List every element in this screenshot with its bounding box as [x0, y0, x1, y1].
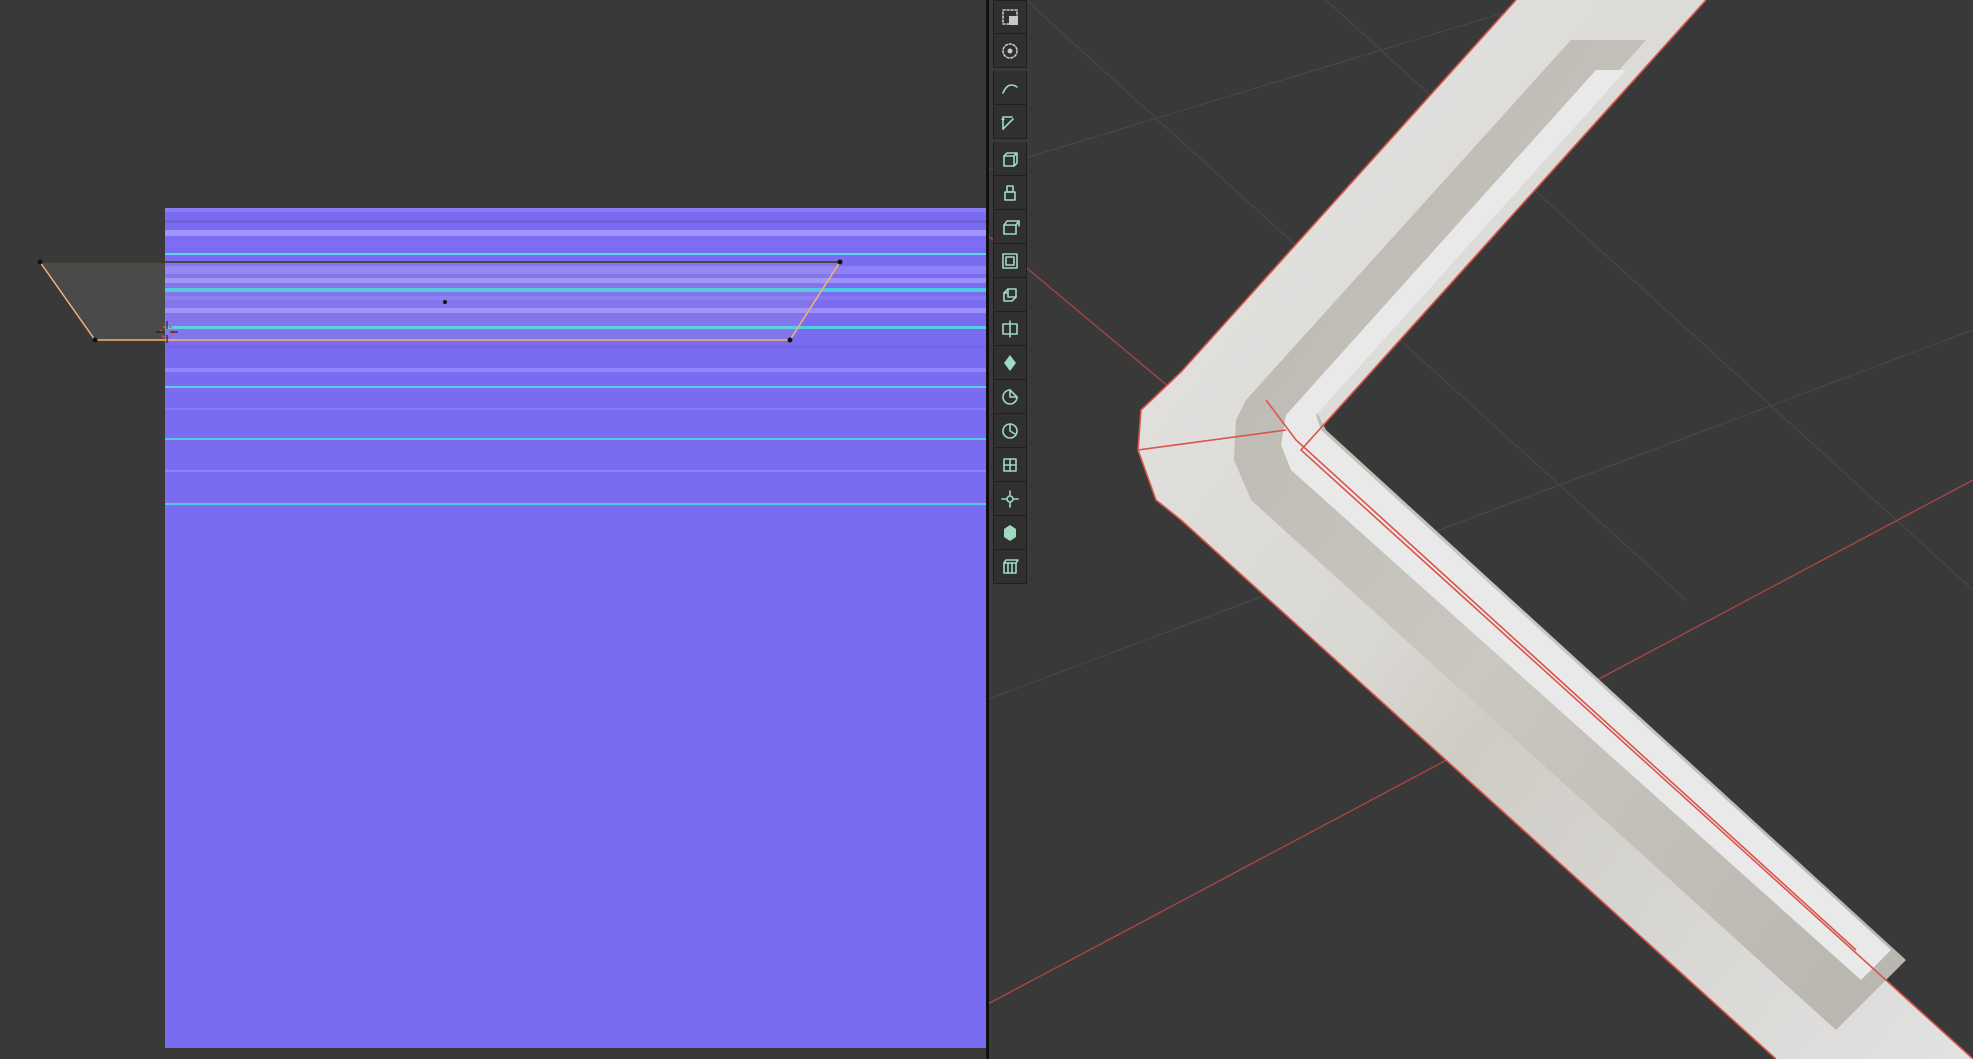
- poly-build-icon[interactable]: [993, 380, 1027, 414]
- smooth-icon[interactable]: [993, 448, 1027, 482]
- frame-mesh[interactable]: [1138, 0, 1973, 1059]
- uv-image-editor[interactable]: [0, 0, 986, 1059]
- extrude-region-icon[interactable]: [993, 176, 1027, 210]
- viewport-3d[interactable]: [986, 0, 1973, 1059]
- loop-cut-icon[interactable]: [993, 312, 1027, 346]
- extrude-normals-icon[interactable]: [993, 210, 1027, 244]
- knife-icon[interactable]: [993, 346, 1027, 380]
- add-cube-icon[interactable]: [993, 142, 1027, 176]
- rip-region-icon[interactable]: [993, 550, 1027, 584]
- inset-faces-icon[interactable]: [993, 244, 1027, 278]
- bevel-icon[interactable]: [993, 278, 1027, 312]
- edge-slide-icon[interactable]: [993, 482, 1027, 516]
- panel-splitter[interactable]: [986, 0, 989, 1059]
- spin-icon[interactable]: [993, 414, 1027, 448]
- normal-map-image: [165, 208, 986, 1048]
- circle-select-icon[interactable]: [993, 34, 1027, 68]
- measure-icon[interactable]: [993, 105, 1027, 139]
- shrink-fatten-icon[interactable]: [993, 516, 1027, 550]
- rectangle-select-icon[interactable]: [993, 0, 1027, 34]
- viewport-toolbar: [992, 0, 1028, 584]
- draw-curve-icon[interactable]: [993, 71, 1027, 105]
